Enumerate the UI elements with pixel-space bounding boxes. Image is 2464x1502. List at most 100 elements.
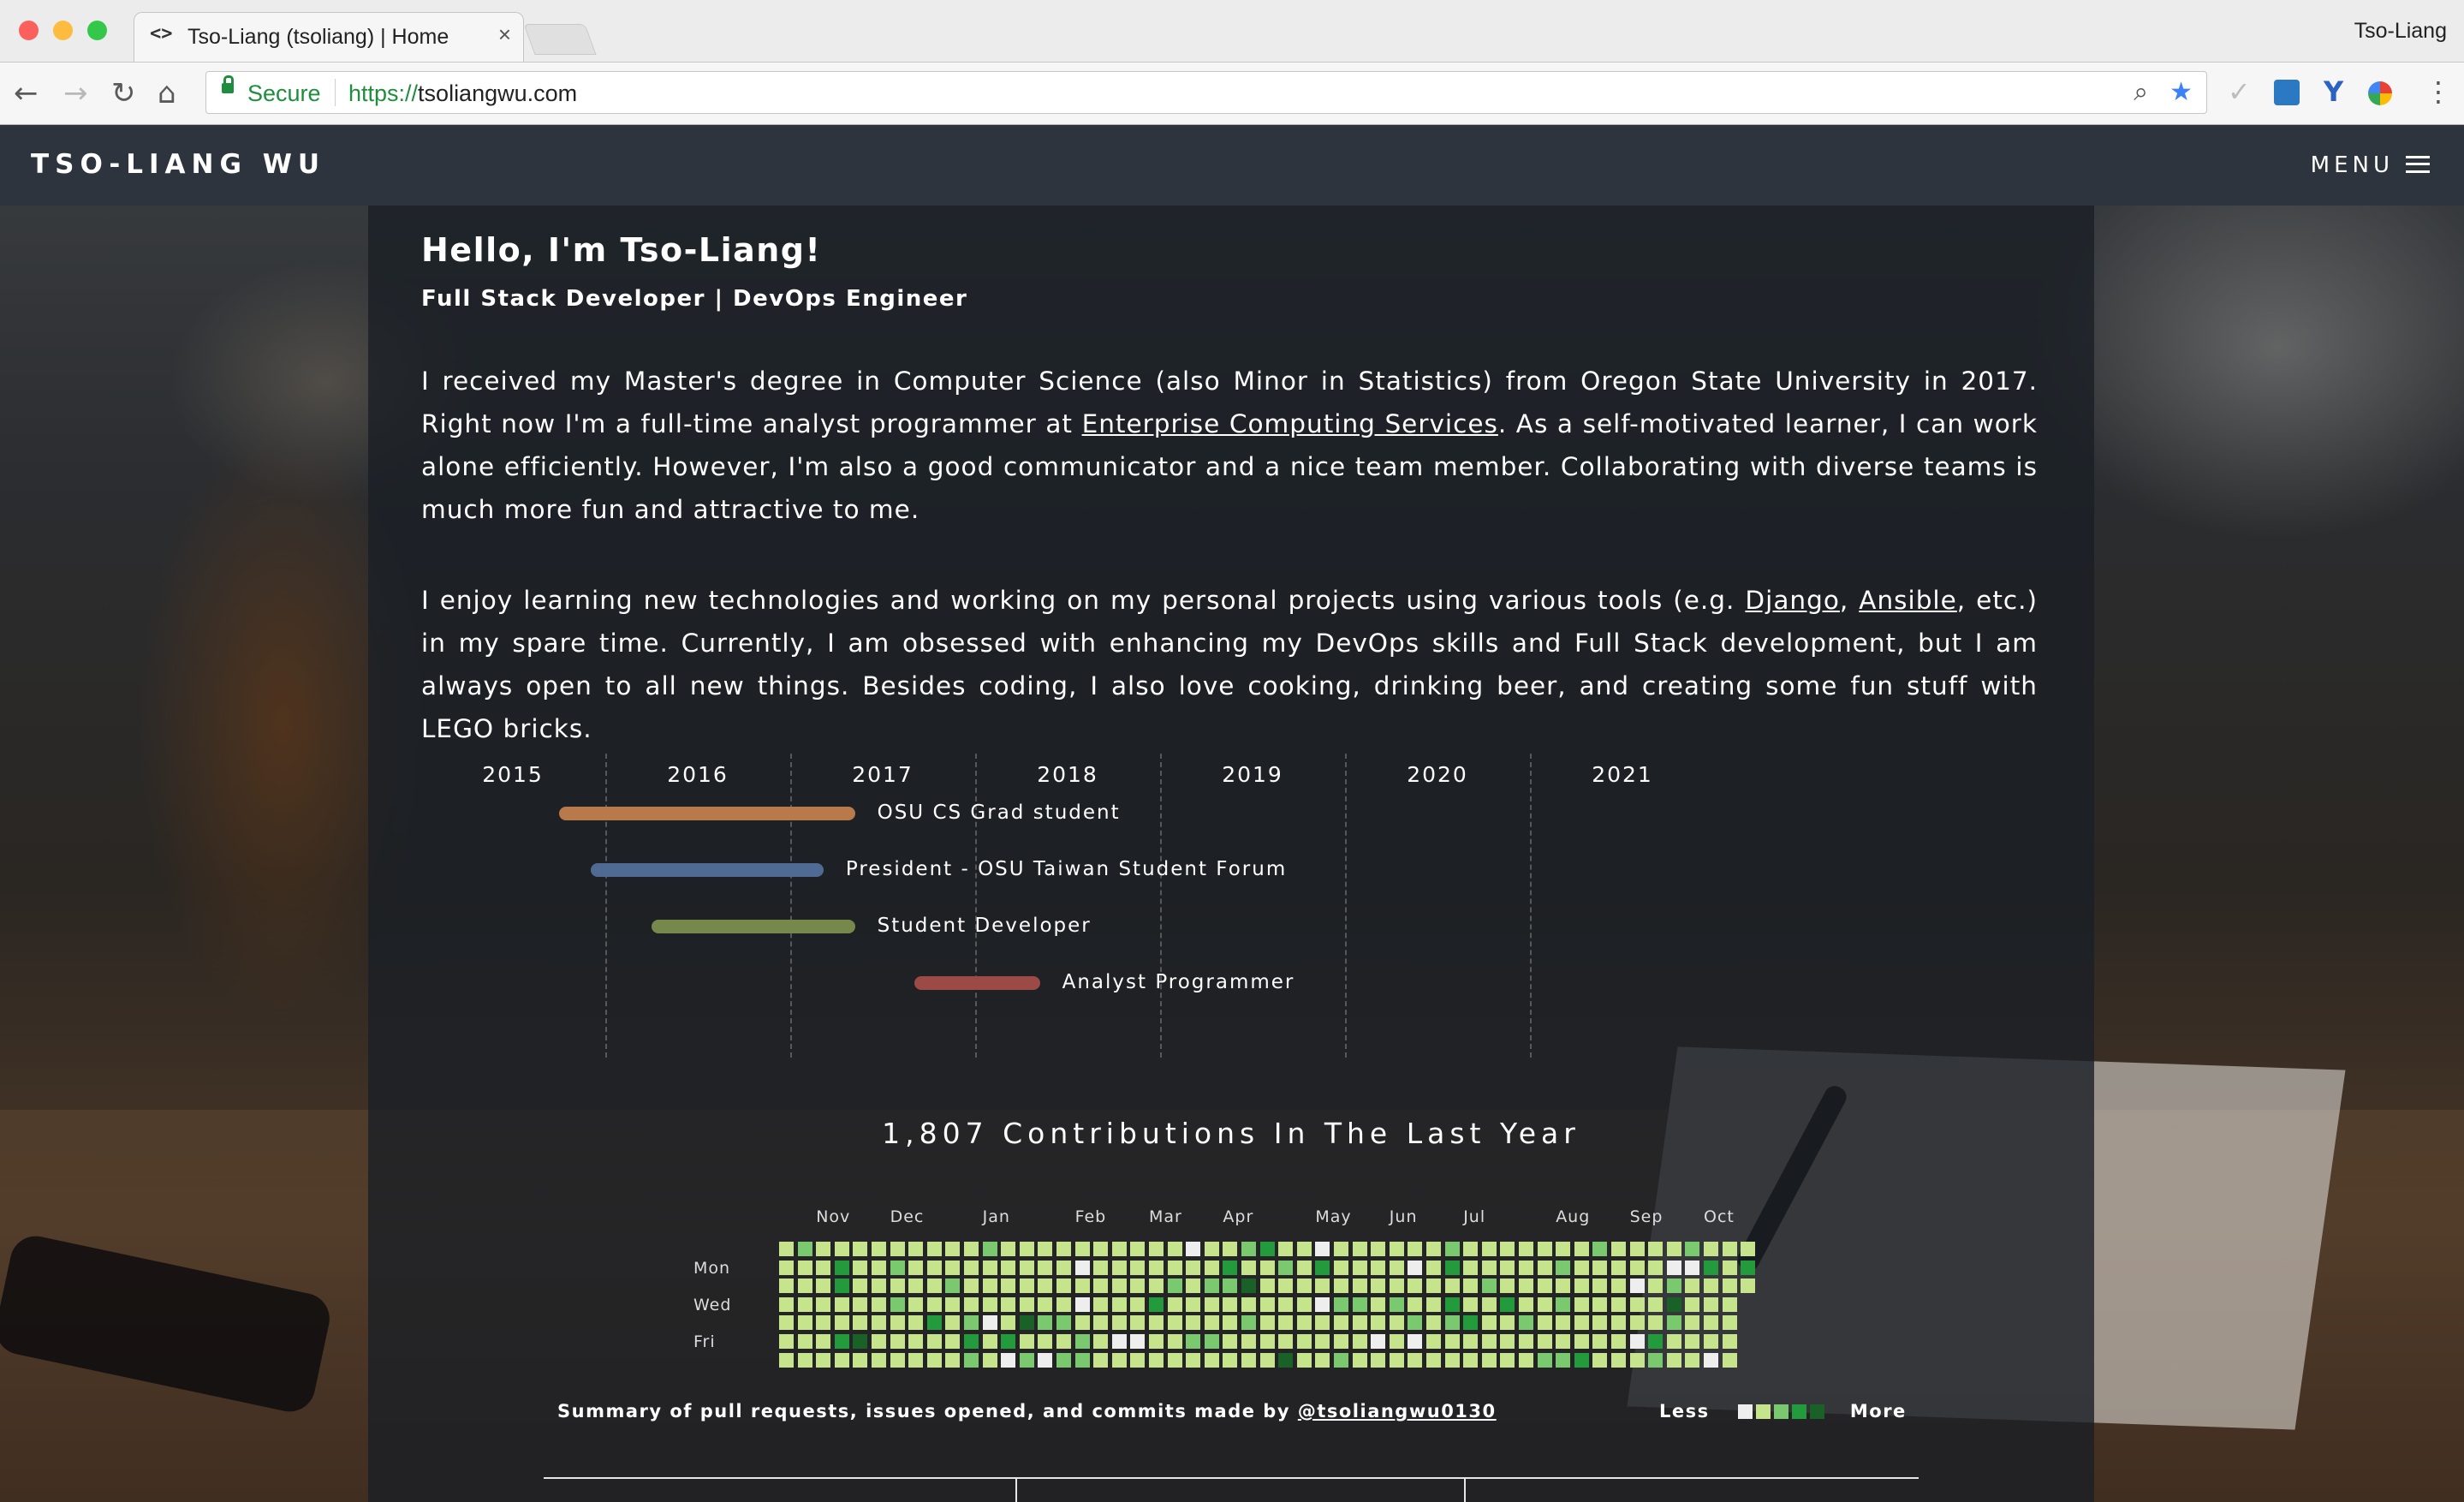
- contribution-day-cell[interactable]: [1315, 1315, 1330, 1331]
- contribution-day-cell[interactable]: [1722, 1334, 1737, 1349]
- contribution-day-cell[interactable]: [1278, 1260, 1294, 1275]
- contribution-day-cell[interactable]: [834, 1278, 849, 1294]
- contribution-day-cell[interactable]: [1426, 1315, 1441, 1331]
- contribution-day-cell[interactable]: [1481, 1352, 1497, 1368]
- contribution-day-cell[interactable]: [1093, 1334, 1109, 1349]
- contribution-day-cell[interactable]: [945, 1296, 961, 1312]
- contribution-day-cell[interactable]: [1167, 1315, 1182, 1331]
- contribution-day-cell[interactable]: [1371, 1278, 1386, 1294]
- contribution-day-cell[interactable]: [1500, 1278, 1515, 1294]
- contribution-day-cell[interactable]: [926, 1352, 942, 1368]
- contribution-day-cell[interactable]: [1352, 1260, 1367, 1275]
- contribution-day-cell[interactable]: [890, 1242, 905, 1256]
- more-options-icon[interactable]: ⋮: [2425, 76, 2452, 107]
- contribution-day-cell[interactable]: [1611, 1352, 1626, 1368]
- contribution-day-cell[interactable]: [1629, 1352, 1645, 1368]
- contribution-day-cell[interactable]: [797, 1315, 812, 1331]
- contribution-day-cell[interactable]: [1130, 1315, 1146, 1331]
- contribution-day-cell[interactable]: [1315, 1352, 1330, 1368]
- contribution-day-cell[interactable]: [1352, 1278, 1367, 1294]
- contribution-day-cell[interactable]: [1278, 1334, 1294, 1349]
- contribution-day-cell[interactable]: [1537, 1260, 1552, 1275]
- contribution-day-cell[interactable]: [1500, 1352, 1515, 1368]
- contribution-day-cell[interactable]: [890, 1334, 905, 1349]
- contribution-day-cell[interactable]: [1426, 1296, 1441, 1312]
- contribution-day-cell[interactable]: [1223, 1334, 1238, 1349]
- contribution-day-cell[interactable]: [1666, 1296, 1681, 1312]
- contribution-day-cell[interactable]: [1241, 1296, 1256, 1312]
- contribution-day-cell[interactable]: [1204, 1260, 1219, 1275]
- contribution-day-cell[interactable]: [1001, 1278, 1016, 1294]
- contribution-day-cell[interactable]: [1537, 1334, 1552, 1349]
- contribution-day-cell[interactable]: [1481, 1296, 1497, 1312]
- contribution-day-cell[interactable]: [1278, 1278, 1294, 1294]
- contribution-day-cell[interactable]: [1278, 1315, 1294, 1331]
- contribution-day-cell[interactable]: [1186, 1334, 1201, 1349]
- contribution-day-cell[interactable]: [1741, 1242, 1756, 1256]
- contribution-day-cell[interactable]: [890, 1352, 905, 1368]
- contribution-day-cell[interactable]: [1204, 1352, 1219, 1368]
- contribution-day-cell[interactable]: [779, 1260, 794, 1275]
- contribution-day-cell[interactable]: [945, 1352, 961, 1368]
- contribution-day-cell[interactable]: [1666, 1242, 1681, 1256]
- contribution-day-cell[interactable]: [1056, 1278, 1071, 1294]
- contribution-day-cell[interactable]: [853, 1278, 868, 1294]
- contribution-day-cell[interactable]: [1574, 1278, 1589, 1294]
- contribution-day-cell[interactable]: [1130, 1352, 1146, 1368]
- contribution-day-cell[interactable]: [1204, 1334, 1219, 1349]
- contribution-day-cell[interactable]: [1111, 1315, 1127, 1331]
- contribution-day-cell[interactable]: [1629, 1242, 1645, 1256]
- contribution-day-cell[interactable]: [964, 1315, 979, 1331]
- contribution-day-cell[interactable]: [1093, 1296, 1109, 1312]
- contribution-day-cell[interactable]: [1001, 1296, 1016, 1312]
- contribution-day-cell[interactable]: [1648, 1315, 1663, 1331]
- contribution-day-cell[interactable]: [1223, 1278, 1238, 1294]
- contribution-day-cell[interactable]: [1704, 1315, 1718, 1331]
- contribution-day-cell[interactable]: [1648, 1278, 1663, 1294]
- contribution-day-cell[interactable]: [1074, 1260, 1090, 1275]
- contribution-day-cell[interactable]: [1334, 1352, 1348, 1368]
- contribution-day-cell[interactable]: [1074, 1296, 1090, 1312]
- contribution-day-cell[interactable]: [1130, 1260, 1146, 1275]
- bookmark-star-icon[interactable]: ★: [2169, 77, 2193, 107]
- contribution-day-cell[interactable]: [1592, 1278, 1608, 1294]
- contribution-day-cell[interactable]: [779, 1296, 794, 1312]
- contribution-day-cell[interactable]: [1111, 1242, 1127, 1256]
- contribution-day-cell[interactable]: [1537, 1242, 1552, 1256]
- contribution-day-cell[interactable]: [816, 1352, 831, 1368]
- contribution-day-cell[interactable]: [1241, 1352, 1256, 1368]
- contribution-day-cell[interactable]: [1537, 1296, 1552, 1312]
- contribution-day-cell[interactable]: [1315, 1296, 1330, 1312]
- search-icon[interactable]: ⌕: [2134, 77, 2148, 107]
- contribution-day-cell[interactable]: [1111, 1334, 1127, 1349]
- contribution-day-cell[interactable]: [964, 1296, 979, 1312]
- contribution-day-cell[interactable]: [1278, 1352, 1294, 1368]
- checkmark-extension-icon[interactable]: ✓: [2228, 76, 2251, 107]
- contribution-day-cell[interactable]: [1019, 1242, 1034, 1256]
- contribution-day-cell[interactable]: [1444, 1352, 1460, 1368]
- contribution-day-cell[interactable]: [1463, 1242, 1479, 1256]
- contribution-day-cell[interactable]: [1111, 1278, 1127, 1294]
- contribution-day-cell[interactable]: [1296, 1334, 1312, 1349]
- contribution-day-cell[interactable]: [779, 1334, 794, 1349]
- contribution-day-cell[interactable]: [1426, 1334, 1441, 1349]
- contribution-day-cell[interactable]: [890, 1296, 905, 1312]
- contribution-day-cell[interactable]: [1056, 1334, 1071, 1349]
- contribution-day-cell[interactable]: [1592, 1242, 1608, 1256]
- contribution-day-cell[interactable]: [1519, 1242, 1533, 1256]
- contribution-day-cell[interactable]: [797, 1352, 812, 1368]
- contribution-day-cell[interactable]: [1130, 1278, 1146, 1294]
- address-bar[interactable]: Secure https://tsoliangwu.com ⌕ ★: [205, 71, 2207, 114]
- contribution-day-cell[interactable]: [1685, 1296, 1700, 1312]
- contribution-day-cell[interactable]: [1519, 1260, 1533, 1275]
- contribution-day-cell[interactable]: [926, 1315, 942, 1331]
- contribution-day-cell[interactable]: [1204, 1315, 1219, 1331]
- contribution-day-cell[interactable]: [816, 1315, 831, 1331]
- contribution-day-cell[interactable]: [1519, 1296, 1533, 1312]
- contribution-day-cell[interactable]: [1444, 1260, 1460, 1275]
- contribution-day-cell[interactable]: [982, 1260, 997, 1275]
- color-wheel-extension-icon[interactable]: [2368, 81, 2392, 105]
- contribution-day-cell[interactable]: [1519, 1352, 1533, 1368]
- contribution-day-cell[interactable]: [1537, 1278, 1552, 1294]
- contribution-day-cell[interactable]: [1519, 1278, 1533, 1294]
